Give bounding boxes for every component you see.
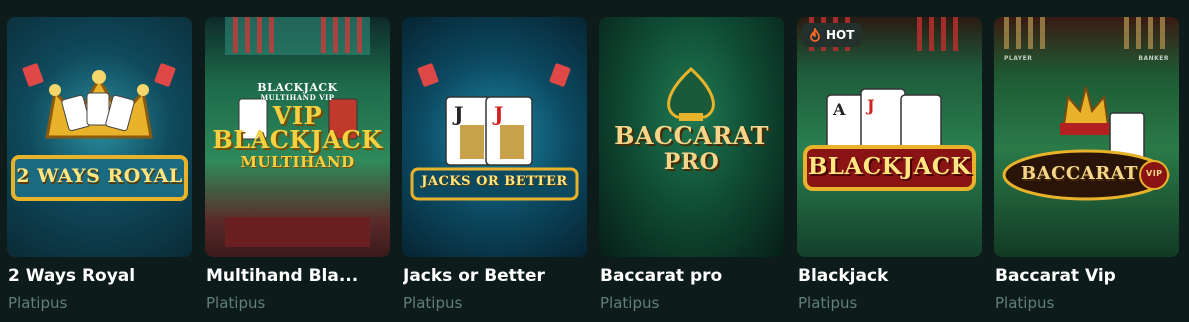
game-artwork: J J — [410, 63, 579, 201]
game-title[interactable]: Baccarat Vip — [995, 265, 1179, 287]
game-title[interactable]: 2 Ways Royal — [8, 265, 192, 287]
game-thumbnail[interactable]: BACCARAT PRO — [599, 17, 784, 257]
felt-label-player: PLAYER — [1004, 55, 1033, 62]
game-logo-text: JACKS OR BETTER — [421, 174, 568, 189]
game-thumbnail[interactable]: 2 WAYS ROYAL — [7, 17, 192, 257]
game-title[interactable]: Jacks or Better — [403, 265, 587, 287]
game-thumbnail[interactable]: A J HOT BLACKJACK — [797, 17, 982, 257]
game-provider: Platipus — [798, 294, 858, 312]
game-logo-main: BACCARAT — [614, 121, 769, 150]
game-thumbnail[interactable]: BLACKJACK MULTIHAND VIP VIP BLACKJACK MU… — [205, 17, 390, 257]
game-provider: Platipus — [206, 294, 266, 312]
game-title[interactable]: Baccarat pro — [600, 265, 784, 287]
game-logo-sub: PRO — [663, 149, 720, 175]
game-artwork — [11, 63, 188, 201]
game-title[interactable]: Multihand Bla... — [206, 265, 390, 287]
svg-text:J: J — [492, 102, 503, 126]
game-card-blackjack[interactable]: A J HOT BLACKJACK Blackjack Platipus — [797, 17, 982, 317]
hot-badge: HOT — [802, 23, 863, 47]
game-card-jacks-or-better[interactable]: J J JACKS OR BETTER Jacks or Better Plat… — [402, 17, 587, 317]
game-logo-main: BLACKJACK — [212, 125, 383, 154]
game-artwork: A J — [803, 17, 976, 191]
game-card-baccarat-vip[interactable]: PLAYER BANKER BACCARAT VIP Baccarat Vip … — [994, 17, 1179, 317]
svg-text:A: A — [832, 100, 846, 119]
game-provider: Platipus — [600, 294, 660, 312]
game-logo-text: BLACKJACK — [807, 153, 972, 180]
game-logo-text: 2 WAYS ROYAL — [16, 165, 183, 187]
svg-text:J: J — [865, 96, 875, 115]
hot-badge-label: HOT — [826, 28, 855, 42]
games-row: 2 WAYS ROYAL 2 Ways Royal Platipus BLACK… — [0, 0, 1189, 322]
game-provider: Platipus — [403, 294, 463, 312]
game-provider: Platipus — [995, 294, 1055, 312]
game-logo-vip: VIP — [1146, 169, 1163, 178]
game-artwork — [1002, 17, 1170, 201]
game-card-multihand-blackjack[interactable]: BLACKJACK MULTIHAND VIP VIP BLACKJACK MU… — [205, 17, 390, 317]
game-thumbnail[interactable]: J J JACKS OR BETTER — [402, 17, 587, 257]
fire-icon — [810, 28, 820, 42]
game-logo-bottom: MULTIHAND — [240, 153, 355, 171]
svg-text:J: J — [452, 102, 463, 126]
game-card-baccarat-pro[interactable]: BACCARAT PRO Baccarat pro Platipus — [599, 17, 784, 317]
game-thumbnail[interactable]: PLAYER BANKER BACCARAT VIP — [994, 17, 1179, 257]
game-title[interactable]: Blackjack — [798, 265, 982, 287]
felt-label-banker: BANKER — [1138, 55, 1169, 62]
game-provider: Platipus — [8, 294, 68, 312]
game-card-2-ways-royal[interactable]: 2 WAYS ROYAL 2 Ways Royal Platipus — [7, 17, 192, 317]
